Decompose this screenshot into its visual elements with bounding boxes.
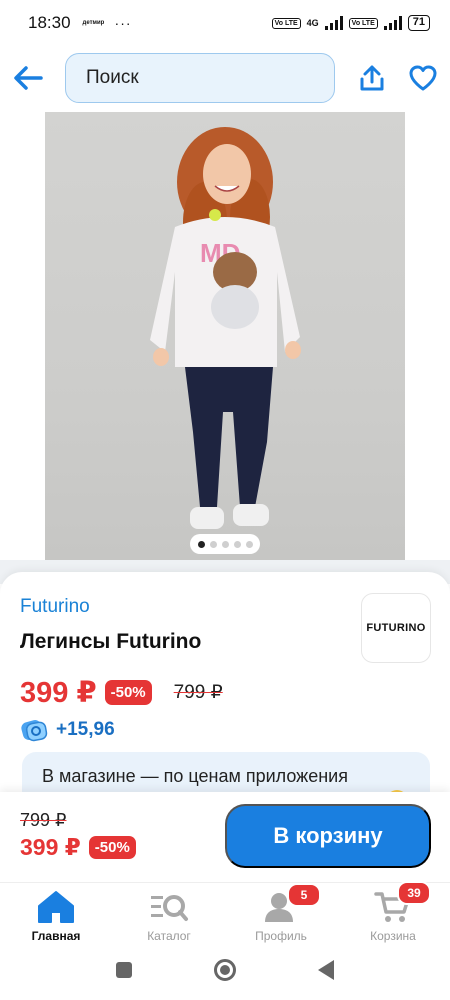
home-icon — [38, 891, 74, 923]
status-bar: 18:30 детмир ··· Vo LTE 4G Vo LTE 71 — [0, 0, 450, 46]
bonus-value: +15,96 — [56, 719, 115, 740]
status-indicators: Vo LTE 4G Vo LTE 71 — [271, 15, 430, 31]
brand-link[interactable]: Futurino — [20, 596, 90, 618]
status-time: 18:30 — [28, 13, 71, 32]
share-icon — [360, 65, 384, 91]
pager-dot — [245, 540, 253, 548]
favorite-button[interactable] — [406, 62, 440, 94]
battery-icon: 71 — [407, 15, 430, 31]
product-title: Легинсы Futurino — [20, 630, 202, 653]
pager-dot — [233, 540, 241, 548]
buybar-price-row: 399 ₽ -50% — [20, 834, 136, 861]
cart-badge: 39 — [397, 881, 431, 905]
current-price: 399 ₽ — [20, 677, 97, 709]
tab-profile[interactable]: 5 Профиль — [236, 883, 326, 949]
tab-home[interactable]: Главная — [11, 883, 101, 949]
pager-dot-active — [197, 540, 205, 548]
bottom-tab-bar: Главная Каталог 5 Профиль 39 Корзина — [0, 881, 450, 949]
product-image-gallery[interactable]: MD — [45, 112, 405, 562]
pager-dot — [209, 540, 217, 548]
profile-badge: 5 — [287, 883, 321, 907]
tab-home-label: Главная — [31, 929, 81, 943]
tab-catalog-label: Каталог — [147, 929, 191, 943]
search-input[interactable]: Поиск — [65, 53, 335, 103]
more-notifications-icon: ··· — [114, 15, 132, 31]
old-price: 799 ₽ — [173, 682, 223, 703]
network-type: 4G — [306, 18, 319, 28]
gallery-pager — [190, 534, 260, 554]
system-navigation-bar — [0, 948, 450, 1000]
price-row: 399 ₽ -50% 799 ₽ — [20, 675, 223, 710]
product-photo: MD — [150, 127, 301, 529]
share-button[interactable] — [356, 62, 388, 94]
home-button[interactable] — [214, 959, 236, 981]
back-nav-button[interactable] — [318, 960, 334, 980]
buybar-old-price: 799 ₽ — [20, 810, 67, 830]
heart-icon — [409, 65, 437, 91]
bonus-coin-icon — [21, 720, 48, 742]
bonus-row[interactable]: +15,96 — [20, 717, 115, 743]
arrow-left-icon — [14, 66, 43, 90]
add-to-cart-button[interactable]: В корзину — [225, 804, 431, 868]
buybar-discount-badge: -50% — [88, 836, 136, 859]
volte-icon-2: Vo LTE — [348, 17, 378, 29]
sticky-buy-bar: 799 ₽ 399 ₽ -50% В корзину — [0, 792, 450, 882]
brand-logo[interactable]: FUTURINO — [361, 593, 431, 663]
pager-dot — [221, 540, 229, 548]
discount-badge: -50% — [104, 680, 152, 705]
tab-profile-label: Профиль — [255, 929, 307, 943]
catalog-search-icon — [151, 895, 188, 921]
promo-text: В магазине — по ценам приложения — [42, 766, 348, 786]
tab-cart[interactable]: 39 Корзина — [348, 881, 438, 949]
search-placeholder: Поиск — [86, 67, 139, 88]
tab-catalog[interactable]: Каталог — [124, 883, 214, 949]
buybar-price: 399 ₽ — [20, 834, 81, 860]
recents-button[interactable] — [116, 962, 132, 978]
back-button[interactable] — [10, 60, 46, 96]
tab-cart-label: Корзина — [370, 929, 416, 943]
app-notification-icon: детмир — [82, 20, 105, 26]
signal-icon — [324, 16, 343, 30]
brand-logo-text: FUTURINO — [366, 622, 426, 634]
volte-icon: Vo LTE — [271, 17, 301, 29]
signal-icon-2 — [383, 16, 402, 30]
top-app-bar: Поиск — [0, 50, 450, 106]
